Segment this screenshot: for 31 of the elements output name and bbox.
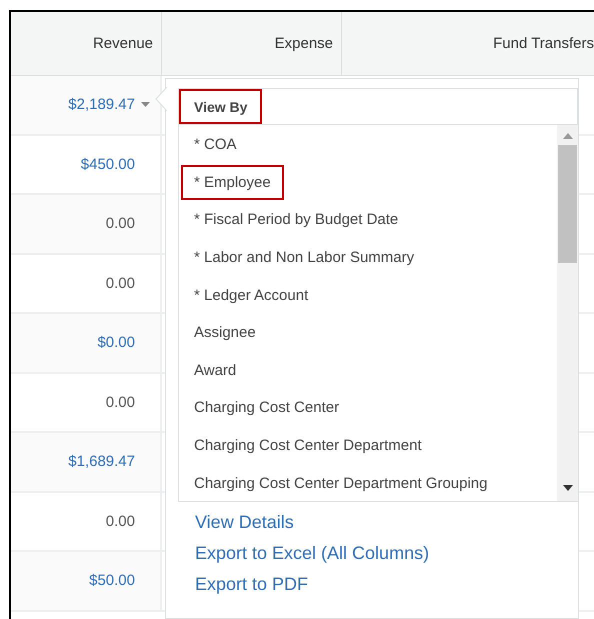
menu-item[interactable]: * Fiscal Period by Budget Date	[181, 202, 412, 238]
menu-item[interactable]: * COA	[181, 127, 250, 162]
amount-link[interactable]: $50.00	[89, 572, 135, 590]
menu-item[interactable]: * Employee	[181, 164, 284, 200]
menu-item[interactable]: Charging Cost Center	[181, 390, 352, 426]
amount-text: 0.00	[106, 394, 135, 411]
menu-item[interactable]: Award	[181, 352, 250, 388]
amount-link[interactable]: $2,189.47	[68, 96, 135, 114]
view-by-label: View By	[179, 89, 262, 124]
menu-item[interactable]: Assignee	[181, 315, 269, 350]
column-header[interactable]: Revenue	[11, 12, 162, 75]
action-link[interactable]: Export to Excel (All Columns)	[195, 543, 430, 564]
action-link[interactable]: Export to PDF	[195, 574, 308, 595]
amount-link[interactable]: $1,689.47	[68, 453, 135, 470]
menu-item[interactable]: * Labor and Non Labor Summary	[181, 240, 428, 276]
scroll-down-icon[interactable]	[562, 485, 572, 491]
amount-text: 0.00	[106, 274, 135, 292]
column-header[interactable]: Expense	[162, 12, 342, 75]
menu-item[interactable]: Charging Cost Center Department	[181, 428, 435, 464]
menu-item[interactable]: * Ledger Account	[181, 278, 322, 313]
action-link[interactable]: View Details	[195, 512, 294, 533]
column-header[interactable]: Fund Transfers	[342, 12, 594, 75]
menu-item[interactable]: Charging Cost Center Department Grouping	[181, 466, 500, 501]
scroll-up-icon[interactable]	[562, 133, 572, 139]
view-by-field[interactable]: View By	[178, 88, 578, 125]
caret-icon[interactable]	[141, 102, 150, 108]
amount-link[interactable]: $450.00	[80, 156, 135, 173]
amount-text: 0.00	[106, 512, 135, 530]
scrollbar[interactable]	[557, 125, 578, 501]
amount-text: 0.00	[106, 215, 135, 232]
amount-link[interactable]: $0.00	[97, 334, 135, 352]
